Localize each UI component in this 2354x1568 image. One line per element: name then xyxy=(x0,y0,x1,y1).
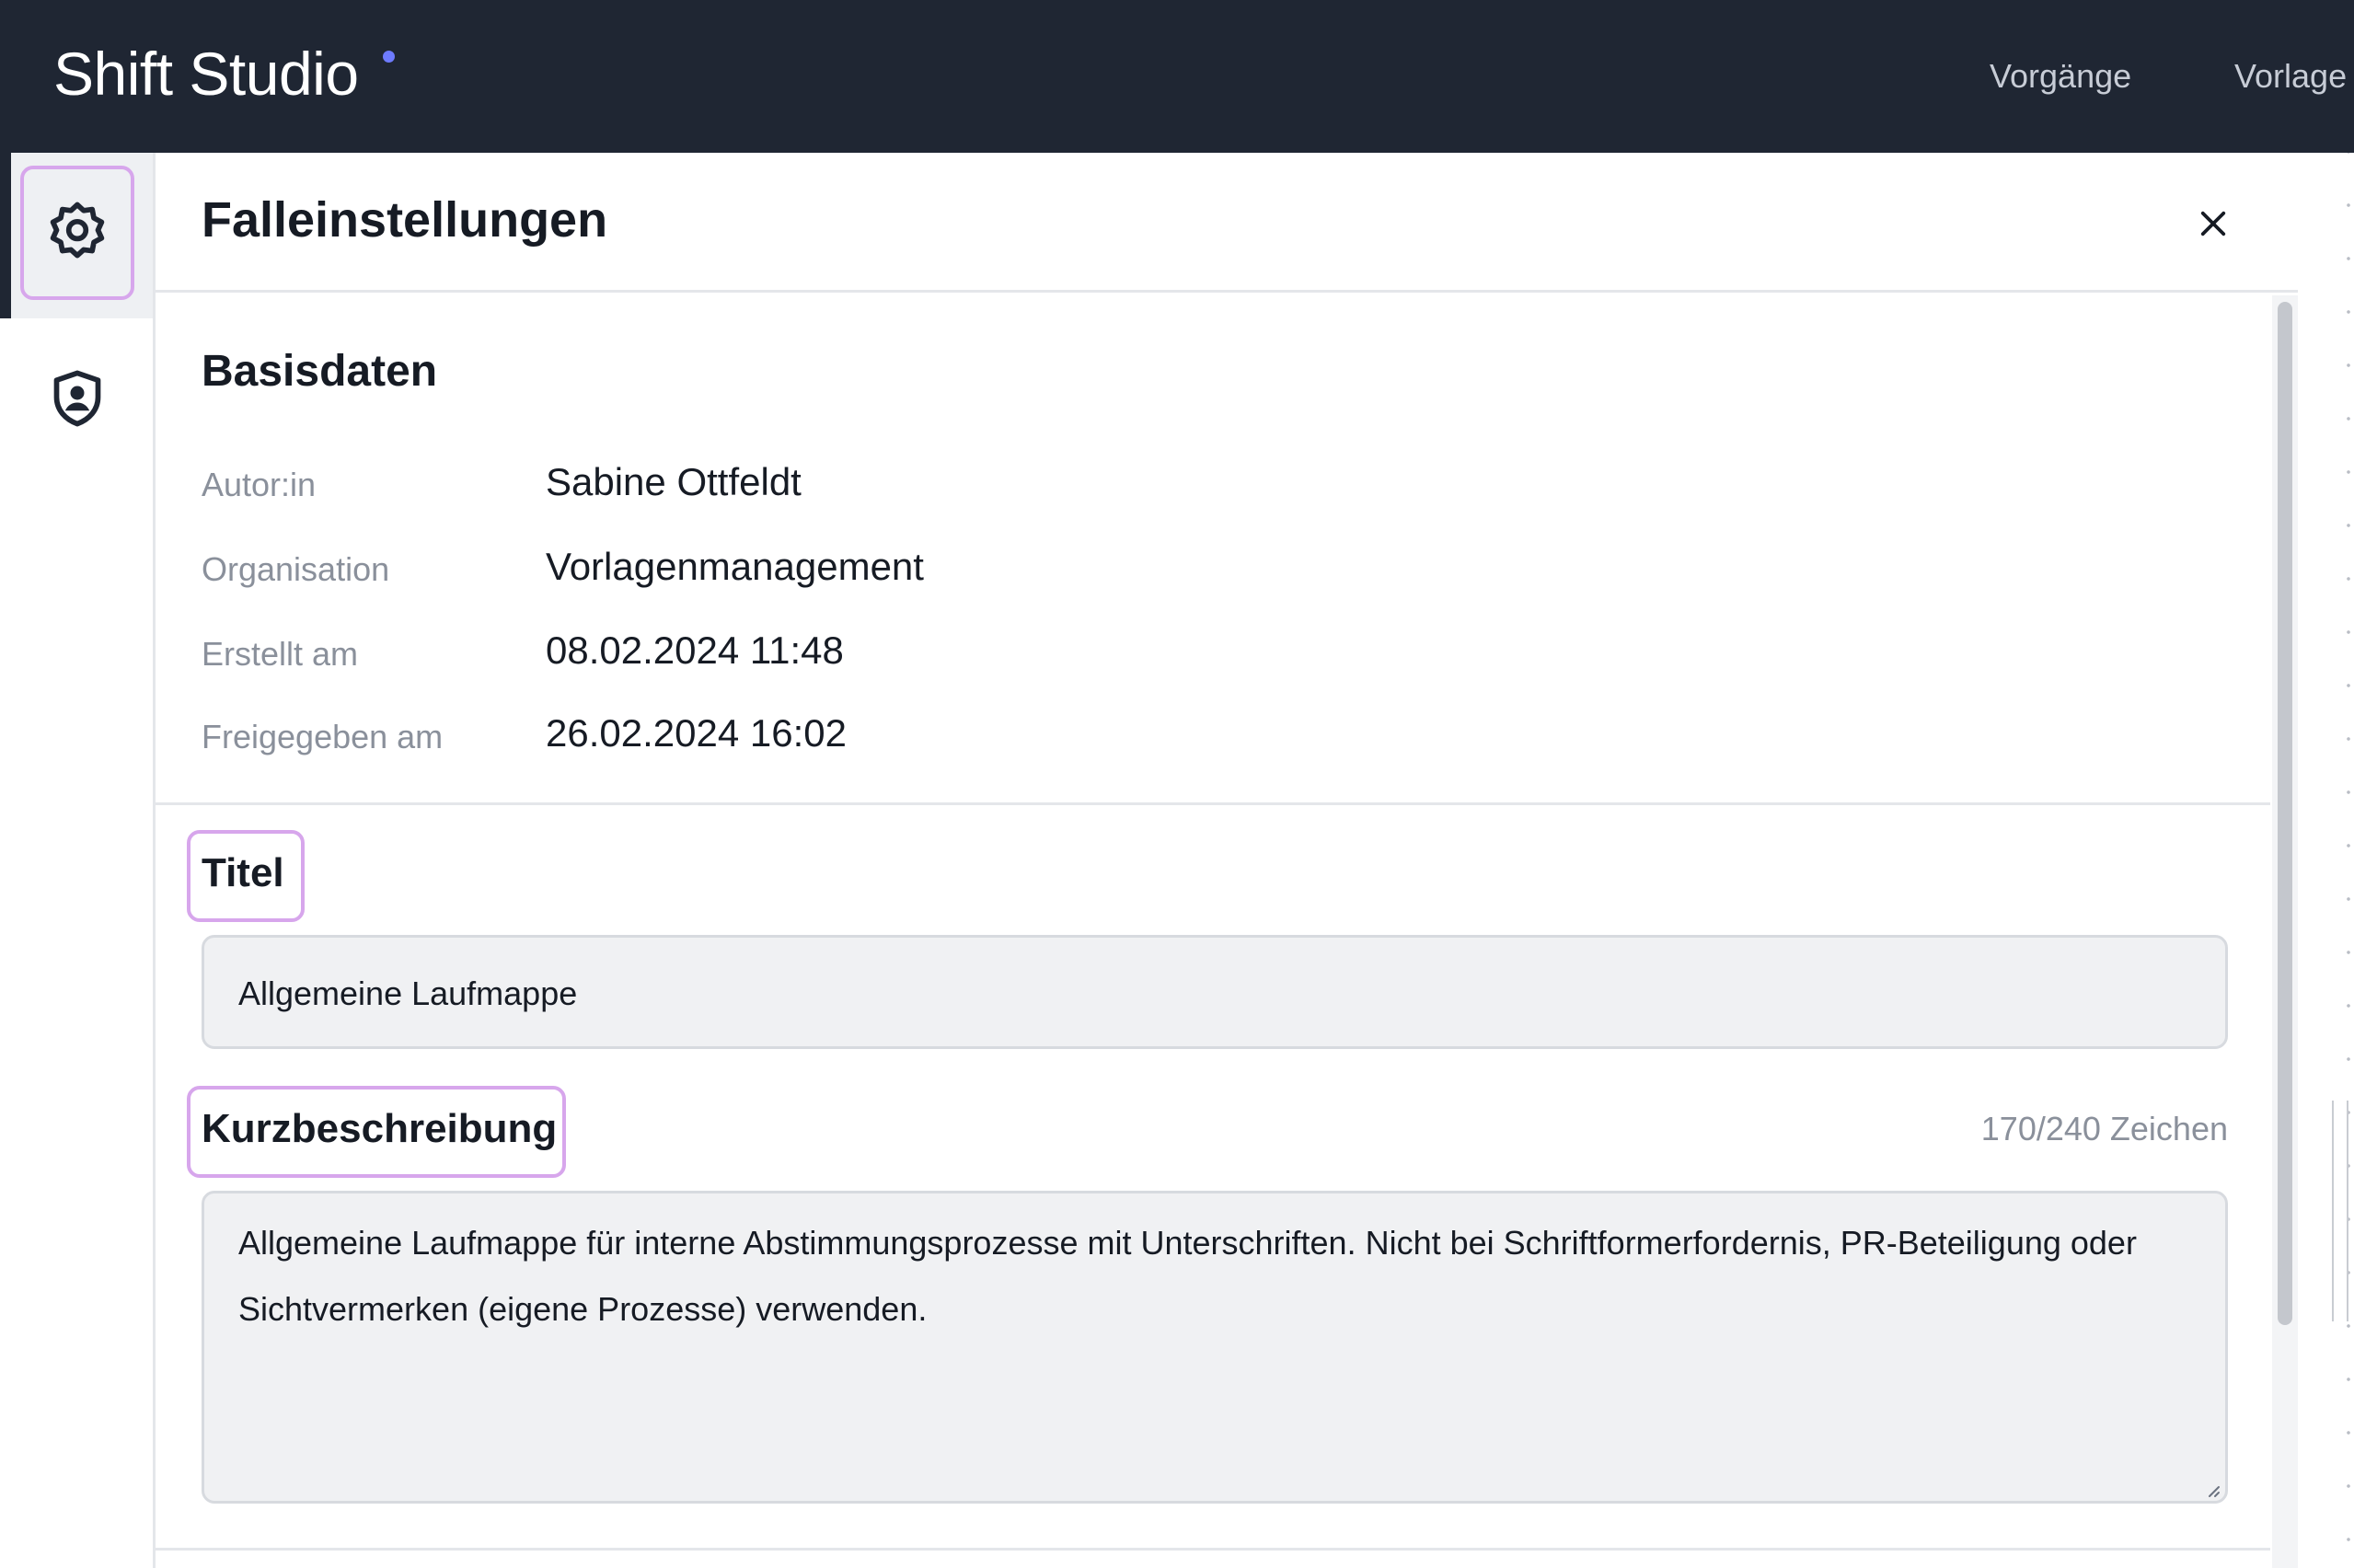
value-released-at: 26.02.2024 16:02 xyxy=(546,711,847,755)
rail-tab-settings[interactable] xyxy=(20,166,134,300)
value-organisation: Vorlagenmanagement xyxy=(546,545,924,588)
rail-active-indicator xyxy=(0,153,11,318)
background-page xyxy=(2295,153,2354,1568)
title-input[interactable]: Allgemeine Laufmappe xyxy=(202,935,2228,1049)
character-counter: 170/240 Zeichen xyxy=(1980,1110,2228,1147)
resize-grip-icon[interactable] xyxy=(2204,1482,2221,1498)
section-divider xyxy=(156,802,2270,805)
nav-item-vorgaenge[interactable]: Vorgänge xyxy=(1990,57,2131,96)
label-created-at: Erstellt am xyxy=(202,635,359,673)
panel-title: Falleinstellungen xyxy=(202,192,608,248)
background-divider xyxy=(2332,1101,2334,1321)
title-field-label: Titel xyxy=(187,830,305,922)
settings-gear-icon xyxy=(44,198,110,269)
label-author: Autor:in xyxy=(202,466,317,503)
value-author: Sabine Ottfeldt xyxy=(546,460,802,503)
value-created-at: 08.02.2024 11:48 xyxy=(546,628,844,672)
top-navigation-bar: Shift Studio Vorgänge Vorlage xyxy=(0,0,2354,153)
case-settings-panel: Falleinstellungen Basisdaten Autor:in Sa… xyxy=(153,153,2298,1568)
brand-logo[interactable]: Shift Studio xyxy=(53,39,359,109)
short-description-label: Kurzbeschreibung xyxy=(187,1086,566,1178)
close-button[interactable] xyxy=(2186,197,2241,252)
panel-header: Falleinstellungen xyxy=(156,153,2298,293)
section-title-basisdaten: Basisdaten xyxy=(202,347,438,396)
brand-dot-icon xyxy=(383,51,395,63)
rail-tab-permissions[interactable] xyxy=(20,333,134,467)
panel-scrollbar-thumb[interactable] xyxy=(2278,302,2292,1325)
label-organisation: Organisation xyxy=(202,550,390,588)
shield-person-icon xyxy=(44,365,110,436)
label-released-at: Freigegeben am xyxy=(202,718,444,755)
app-window: Shift Studio Vorgänge Vorlage Falleinste… xyxy=(0,0,2354,1568)
short-description-textarea[interactable]: Allgemeine Laufmappe für interne Abstimm… xyxy=(202,1191,2228,1504)
settings-rail xyxy=(0,153,153,1568)
nav-item-vorlagen[interactable]: Vorlage xyxy=(2234,57,2347,96)
close-icon xyxy=(2199,210,2227,240)
section-divider xyxy=(156,1548,2270,1551)
background-divider xyxy=(2347,1101,2348,1321)
